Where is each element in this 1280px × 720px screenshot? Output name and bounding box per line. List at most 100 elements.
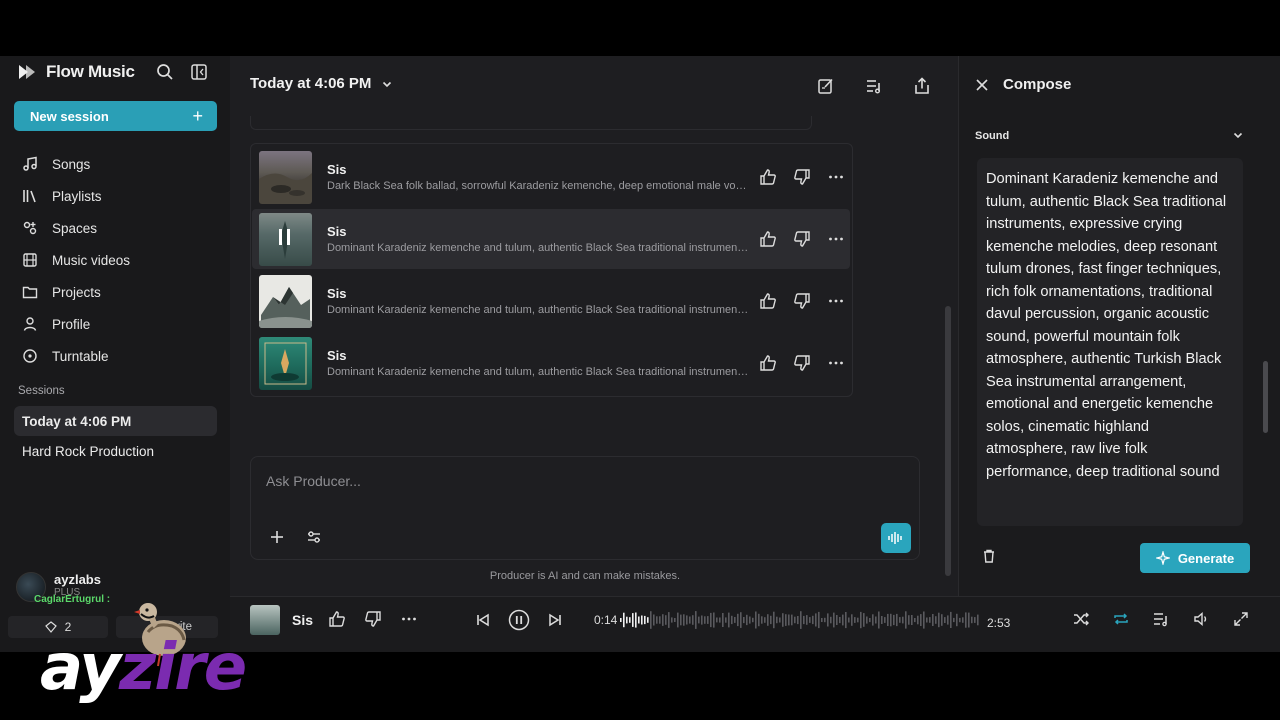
brand-logo[interactable]: Flow Music bbox=[18, 62, 135, 82]
main-toolbar bbox=[816, 76, 932, 96]
settings-sliders-icon[interactable] bbox=[306, 529, 322, 545]
scrollbar[interactable] bbox=[945, 306, 951, 576]
close-icon[interactable] bbox=[975, 78, 989, 92]
more-options-icon[interactable] bbox=[400, 610, 418, 628]
waveform-bar bbox=[836, 615, 838, 625]
sound-section-label: Sound bbox=[975, 130, 1010, 142]
thumbs-down-icon[interactable] bbox=[793, 292, 811, 310]
expand-icon[interactable] bbox=[1232, 610, 1250, 628]
waveform-bar bbox=[644, 615, 646, 625]
session-item-active[interactable]: Today at 4:06 PM bbox=[14, 406, 217, 436]
queue-icon[interactable] bbox=[1152, 610, 1170, 628]
film-icon bbox=[23, 253, 37, 267]
trash-icon[interactable] bbox=[981, 548, 997, 564]
next-track-icon[interactable] bbox=[546, 611, 564, 629]
add-icon[interactable] bbox=[269, 529, 285, 545]
waveform-bar bbox=[635, 612, 637, 628]
waveform-bar bbox=[839, 617, 841, 624]
ask-producer-input[interactable] bbox=[266, 473, 866, 489]
sidebar-item-spaces[interactable]: Spaces bbox=[22, 212, 130, 244]
previous-track-icon[interactable] bbox=[474, 611, 492, 629]
more-options-icon[interactable] bbox=[827, 230, 845, 248]
sidebar-item-label: Projects bbox=[52, 284, 101, 300]
previous-card-edge bbox=[250, 116, 812, 130]
thumbs-up-icon[interactable] bbox=[328, 610, 346, 628]
now-playing-cover[interactable] bbox=[250, 605, 280, 635]
sidebar-item-music-videos[interactable]: Music videos bbox=[22, 244, 130, 276]
waveform-bar bbox=[689, 616, 691, 624]
sound-prompt-textarea[interactable]: Dominant Karadeniz kemenche and tulum, a… bbox=[977, 158, 1243, 526]
search-icon[interactable] bbox=[156, 63, 174, 81]
waveform-bar bbox=[932, 614, 934, 626]
waveform-bar bbox=[764, 617, 766, 623]
thumbs-up-icon[interactable] bbox=[759, 292, 777, 310]
waveform-bar bbox=[851, 614, 853, 626]
repeat-icon[interactable] bbox=[1112, 610, 1130, 628]
queue-icon[interactable] bbox=[864, 76, 884, 96]
waveform-bar bbox=[719, 617, 721, 623]
main-panel: Today at 4:06 PM Sis Dark Black Sea folk… bbox=[230, 56, 958, 652]
session-item[interactable]: Hard Rock Production bbox=[14, 436, 217, 466]
stream-logo: ayzire bbox=[40, 636, 247, 700]
sidebar-item-turntable[interactable]: Turntable bbox=[22, 340, 130, 372]
thumbs-up-icon[interactable] bbox=[759, 168, 777, 186]
waveform-bar bbox=[680, 614, 682, 626]
compose-scrollbar[interactable] bbox=[1263, 361, 1268, 433]
waveform-bar bbox=[944, 617, 946, 623]
waveform-bar bbox=[659, 616, 661, 624]
waveform-bar bbox=[941, 614, 943, 626]
collapse-sidebar-icon[interactable] bbox=[190, 63, 208, 81]
waveform-bar bbox=[677, 612, 679, 628]
thumbs-down-icon[interactable] bbox=[793, 354, 811, 372]
track-row[interactable]: Sis Dominant Karadeniz kemenche and tulu… bbox=[252, 333, 850, 393]
waveform-bar bbox=[938, 612, 940, 628]
chevron-down-icon[interactable] bbox=[1232, 129, 1244, 141]
track-row[interactable]: Sis Dominant Karadeniz kemenche and tulu… bbox=[252, 271, 850, 331]
waveform-bar bbox=[830, 616, 832, 624]
volume-icon[interactable] bbox=[1192, 610, 1210, 628]
new-session-label: New session bbox=[30, 108, 109, 124]
thumbs-up-icon[interactable] bbox=[759, 354, 777, 372]
waveform-bar bbox=[743, 617, 745, 624]
pause-icon[interactable] bbox=[508, 609, 530, 631]
sidebar-item-profile[interactable]: Profile bbox=[22, 308, 130, 340]
waveform-bar bbox=[821, 618, 823, 622]
voice-input-button[interactable] bbox=[881, 523, 911, 553]
track-row-active[interactable]: Sis Dominant Karadeniz kemenche and tulu… bbox=[252, 209, 850, 269]
sidebar-item-songs[interactable]: Songs bbox=[22, 148, 130, 180]
thumbs-down-icon[interactable] bbox=[364, 610, 382, 628]
more-options-icon[interactable] bbox=[827, 292, 845, 310]
more-options-icon[interactable] bbox=[827, 168, 845, 186]
thumbs-down-icon[interactable] bbox=[793, 168, 811, 186]
edit-notes-icon[interactable] bbox=[816, 76, 836, 96]
waveform-scrubber[interactable] bbox=[620, 609, 980, 631]
sidebar-item-label: Profile bbox=[52, 316, 91, 332]
current-time: 0:14 bbox=[594, 613, 618, 627]
waveform-bar bbox=[683, 614, 685, 626]
new-session-button[interactable]: New session + bbox=[14, 101, 217, 131]
waveform-bar bbox=[905, 611, 907, 629]
waveform-bar bbox=[833, 612, 835, 628]
generate-button[interactable]: Generate bbox=[1140, 543, 1250, 573]
track-row[interactable]: Sis Dark Black Sea folk ballad, sorrowfu… bbox=[252, 147, 850, 207]
waveform-bar bbox=[815, 613, 817, 627]
sidebar-item-playlists[interactable]: Playlists bbox=[22, 180, 130, 212]
waveform-bar bbox=[827, 613, 829, 627]
waveform-bar bbox=[641, 615, 643, 625]
session-title-dropdown[interactable]: Today at 4:06 PM bbox=[250, 75, 393, 92]
more-options-icon[interactable] bbox=[827, 354, 845, 372]
waveform-bar bbox=[749, 616, 751, 624]
shuffle-icon[interactable] bbox=[1072, 610, 1090, 628]
track-description: Dominant Karadeniz kemenche and tulum, a… bbox=[327, 366, 751, 378]
waveform-bar bbox=[776, 616, 778, 624]
track-cover bbox=[259, 274, 312, 328]
waveform-bar bbox=[797, 616, 799, 625]
thumbs-down-icon[interactable] bbox=[793, 230, 811, 248]
track-cover bbox=[259, 150, 312, 204]
waveform-bar bbox=[893, 614, 895, 626]
player-bar: Sis 0:14 2:53 bbox=[230, 596, 1280, 652]
music-note-icon bbox=[23, 156, 37, 171]
sidebar-item-projects[interactable]: Projects bbox=[22, 276, 130, 308]
share-icon[interactable] bbox=[912, 76, 932, 96]
thumbs-up-icon[interactable] bbox=[759, 230, 777, 248]
